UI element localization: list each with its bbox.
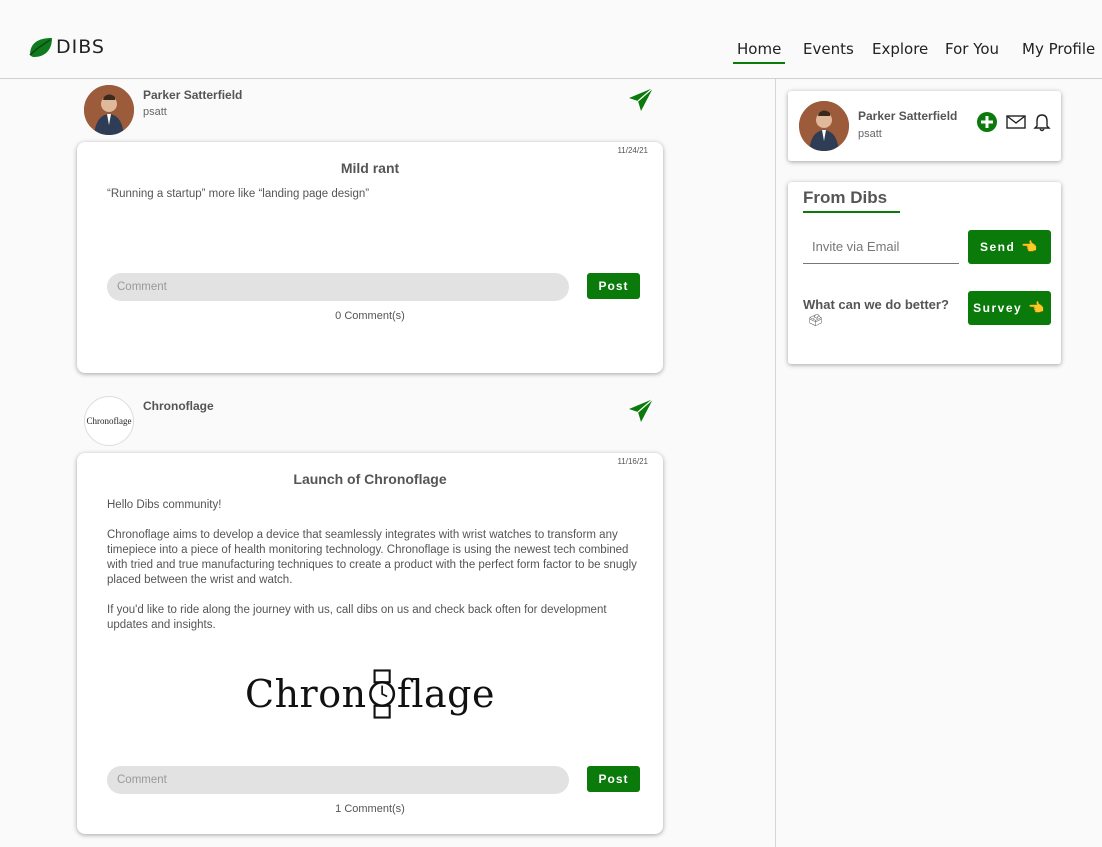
bell-icon[interactable] <box>1031 111 1053 133</box>
comment-input[interactable] <box>107 766 569 794</box>
invite-email-input[interactable] <box>803 230 959 264</box>
nav-my-profile[interactable]: My Profile <box>1022 40 1095 58</box>
top-navbar: DIBS Home Events Explore For You My Prof… <box>0 0 1102 79</box>
post-card: 11/24/21 Mild rant “Running a startup” m… <box>77 142 663 373</box>
avatar[interactable]: Chronoflage <box>84 396 134 446</box>
author-handle: psatt <box>143 106 167 118</box>
post-paragraph: If you'd like to ride along the journey … <box>107 604 607 631</box>
post-comment-button[interactable]: Post <box>587 766 640 792</box>
author-name[interactable]: Chronoflage <box>143 399 214 413</box>
post-body: Hello Dibs community! Chronoflage aims t… <box>107 498 637 648</box>
post-body: “Running a startup” more like “landing p… <box>107 187 637 217</box>
post-paragraph: Hello Dibs community! <box>107 499 222 511</box>
send-invite-button[interactable]: Send 👈 <box>968 230 1051 264</box>
send-label: Send <box>979 240 1016 254</box>
from-dibs-title: From Dibs <box>803 188 900 213</box>
post-date: 11/24/21 <box>617 146 648 155</box>
nav-for-you[interactable]: For You <box>945 40 999 58</box>
comment-count[interactable]: 1 Comment(s) <box>77 803 663 815</box>
nav-events[interactable]: Events <box>803 40 854 58</box>
pointing-hand-icon: 👈 <box>1021 239 1040 254</box>
author-name[interactable]: Parker Satterfield <box>143 88 242 102</box>
send-icon[interactable] <box>628 398 654 424</box>
logo-text-right: flage <box>396 672 495 716</box>
post-image-logo: Chron flage <box>245 663 495 725</box>
comment-input[interactable] <box>107 273 569 301</box>
post-paragraph: Chronoflage aims to develop a device tha… <box>107 529 637 586</box>
post-comment-button[interactable]: Post <box>587 273 640 299</box>
avatar-logo-text: Chronoflage <box>86 416 132 426</box>
add-icon[interactable] <box>976 111 998 133</box>
send-icon[interactable] <box>628 87 654 113</box>
column-divider <box>775 79 776 847</box>
survey-label: Survey <box>973 301 1023 315</box>
post-date: 11/16/21 <box>617 457 648 466</box>
watch-icon <box>368 669 395 719</box>
feedback-question: What can we do better? <box>803 297 949 312</box>
survey-button[interactable]: Survey 👈 <box>968 291 1051 325</box>
profile-card: Parker Satterfield psatt <box>788 91 1061 161</box>
post-header: Parker Satterfield psatt <box>84 85 664 135</box>
profile-name[interactable]: Parker Satterfield <box>858 109 957 123</box>
person-photo-icon <box>84 85 134 135</box>
ballot-box-icon: 🗳 <box>808 313 824 327</box>
comment-count[interactable]: 0 Comment(s) <box>77 310 663 322</box>
post-paragraph: “Running a startup” more like “landing p… <box>107 188 370 200</box>
post-title: Mild rant <box>340 160 400 176</box>
post-header: Chronoflage Chronoflage <box>84 396 664 446</box>
pointing-hand-icon: 👈 <box>1028 300 1046 315</box>
profile-handle: psatt <box>858 128 882 140</box>
logo-text-left: Chron <box>245 672 367 716</box>
post-title: Launch of Chronoflage <box>293 471 447 487</box>
nav-home[interactable]: Home <box>733 40 786 64</box>
post-card: 11/16/21 Launch of Chronoflage Hello Dib… <box>77 453 663 834</box>
mail-icon[interactable] <box>1005 111 1027 133</box>
avatar[interactable] <box>799 101 849 151</box>
person-photo-icon <box>799 101 849 151</box>
main-nav: Home Events Explore For You My Profile <box>0 40 1102 64</box>
avatar[interactable] <box>84 85 134 135</box>
nav-explore[interactable]: Explore <box>872 40 928 58</box>
from-dibs-card: From Dibs Send 👈 What can we do better? … <box>788 182 1061 364</box>
